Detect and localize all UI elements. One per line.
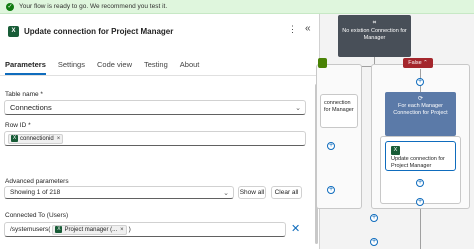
condition-title: No existion Connection for Manager: [342, 28, 407, 41]
add-action-plus-icon[interactable]: +: [416, 78, 424, 86]
tab-settings[interactable]: Settings: [58, 60, 85, 75]
flow-canvas: ⌗ No existion Connection for Manager con…: [316, 14, 474, 249]
excel-icon: X: [8, 26, 19, 37]
chevron-down-icon: ⌄: [295, 105, 301, 112]
true-branch: [316, 64, 362, 209]
excel-icon: X: [391, 146, 400, 155]
condition-icon: ⌗: [372, 20, 377, 26]
connected-to-label: Connected To (Users): [5, 212, 69, 219]
checkmark-icon: ✓: [6, 2, 14, 11]
remove-token-icon[interactable]: ×: [120, 227, 124, 233]
tab-divider: [0, 75, 320, 76]
foreach-title: For each Manager Connection for Project: [393, 103, 448, 116]
false-branch-tag: False ⌃: [403, 58, 433, 68]
token-label: Project manager (...: [64, 226, 118, 233]
loop-icon: ⟳: [417, 96, 424, 102]
excel-icon: X: [55, 226, 63, 233]
connected-to-input[interactable]: /systemusers( X Project manager (... × ): [4, 222, 286, 237]
condition-node[interactable]: ⌗ No existion Connection for Manager: [338, 15, 411, 57]
panel-title: Update connection for Project Manager: [24, 27, 174, 36]
advanced-parameters-select[interactable]: Showing 1 of 218 ⌄: [4, 186, 234, 199]
update-action-text: Update connection for Project Manager: [391, 156, 445, 169]
true-branch-tag: [318, 58, 327, 68]
tab-code-view[interactable]: Code view: [97, 60, 132, 75]
add-action-plus-icon[interactable]: +: [327, 186, 335, 194]
update-connection-action[interactable]: X Update connection for Project Manager: [385, 141, 456, 171]
connected-prefix-text: /systemusers(: [10, 226, 51, 233]
tab-about[interactable]: About: [180, 60, 200, 75]
success-banner: ✓ Your flow is ready to go. We recommend…: [0, 0, 474, 14]
left-action-text: connection for Manager: [324, 100, 354, 113]
chevron-down-icon: ⌄: [223, 190, 229, 197]
connectionid-token[interactable]: X connectionid ×: [8, 133, 64, 144]
excel-icon: X: [11, 135, 18, 142]
false-label: False: [408, 60, 422, 66]
project-manager-token[interactable]: X Project manager (... ×: [52, 224, 127, 235]
collapse-panel-icon[interactable]: «: [305, 23, 311, 34]
more-options-icon[interactable]: ⋮: [288, 24, 297, 35]
table-name-label: Table name *: [5, 91, 43, 98]
panel-tabs: Parameters Settings Code view Testing Ab…: [5, 60, 211, 75]
advanced-parameters-value: Showing 1 of 218: [10, 189, 61, 196]
remove-token-icon[interactable]: ×: [57, 136, 61, 142]
show-all-button[interactable]: Show all: [238, 186, 266, 199]
table-name-value: Connections: [10, 103, 52, 112]
advanced-parameters-label: Advanced parameters: [5, 178, 69, 185]
add-action-plus-icon[interactable]: +: [416, 179, 424, 187]
add-action-plus-icon[interactable]: +: [327, 142, 335, 150]
add-action-plus-icon[interactable]: +: [370, 238, 378, 246]
clear-all-button[interactable]: Clear all: [271, 186, 302, 199]
tab-parameters[interactable]: Parameters: [5, 60, 46, 75]
add-action-plus-icon[interactable]: +: [416, 198, 424, 206]
foreach-node[interactable]: ⟳ For each Manager Connection for Projec…: [385, 92, 456, 136]
row-id-input[interactable]: X connectionid ×: [4, 131, 306, 146]
add-action-plus-icon[interactable]: +: [370, 214, 378, 222]
token-label: connectionid: [20, 135, 54, 142]
banner-message: Your flow is ready to go. We recommend y…: [19, 3, 168, 10]
connected-suffix-text: ): [128, 226, 131, 233]
table-name-select[interactable]: Connections ⌄: [4, 100, 306, 115]
clear-field-icon[interactable]: ✕: [291, 222, 300, 235]
left-branch-action[interactable]: connection for Manager: [320, 94, 358, 128]
connector-line: [420, 209, 421, 249]
tab-testing[interactable]: Testing: [144, 60, 168, 75]
row-id-label: Row ID *: [5, 122, 31, 129]
